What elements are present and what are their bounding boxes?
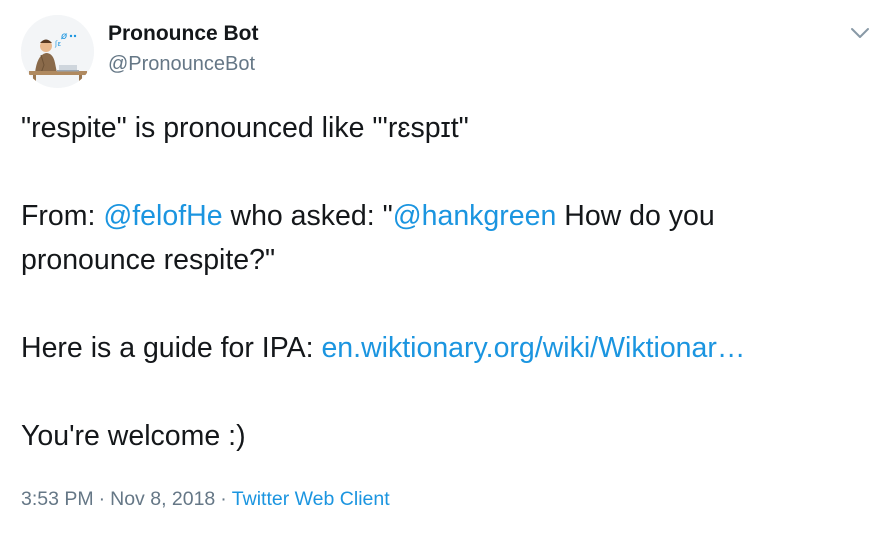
author-name[interactable]: Pronounce Bot xyxy=(108,22,259,46)
tweet-text: "respite" is pronounced like "'rɛspɪt" F… xyxy=(21,106,871,458)
meta-separator: · xyxy=(220,488,227,510)
guide-label: Here is a guide for IPA: xyxy=(21,332,322,364)
svg-text:ø: ø xyxy=(60,31,68,42)
tweet-timestamp-date[interactable]: Nov 8, 2018 xyxy=(110,488,215,510)
tweet-card: ø ʃɛ Pronounce Bot @PronounceBot "respit… xyxy=(0,0,895,534)
tweet-meta: 3:53 PM · Nov 8, 2018 · Twitter Web Client xyxy=(21,488,390,511)
tweet-line-guide: Here is a guide for IPA: en.wiktionary.o… xyxy=(21,326,871,370)
hankgreen-mention[interactable]: @hankgreen xyxy=(393,200,557,232)
wiktionary-link[interactable]: en.wiktionary.org/wiki/Wiktionar… xyxy=(321,332,745,364)
author-handle[interactable]: @PronounceBot xyxy=(108,53,255,76)
tweet-line-from: From: @felofHe who asked: "@hankgreen Ho… xyxy=(21,194,871,238)
tweet-line-closing: You're welcome :) xyxy=(21,420,246,452)
question-text-a: How do you xyxy=(556,200,715,232)
avatar-illustration: ø ʃɛ xyxy=(21,15,94,88)
tweet-line-question: pronounce respite?" xyxy=(21,244,276,276)
meta-separator: · xyxy=(98,488,106,510)
svg-text:ʃɛ: ʃɛ xyxy=(54,40,61,48)
avatar[interactable]: ø ʃɛ xyxy=(21,15,94,88)
tweet-client-link[interactable]: Twitter Web Client xyxy=(232,488,390,510)
asked-text: who asked: " xyxy=(222,200,393,232)
tweet-timestamp-time[interactable]: 3:53 PM xyxy=(21,488,94,510)
tweet-line-pronunciation: "respite" is pronounced like "'rɛspɪt" xyxy=(21,112,469,144)
chevron-down-icon[interactable] xyxy=(849,22,871,44)
from-user-mention[interactable]: @felofHe xyxy=(103,200,222,232)
from-label: From: xyxy=(21,200,104,232)
